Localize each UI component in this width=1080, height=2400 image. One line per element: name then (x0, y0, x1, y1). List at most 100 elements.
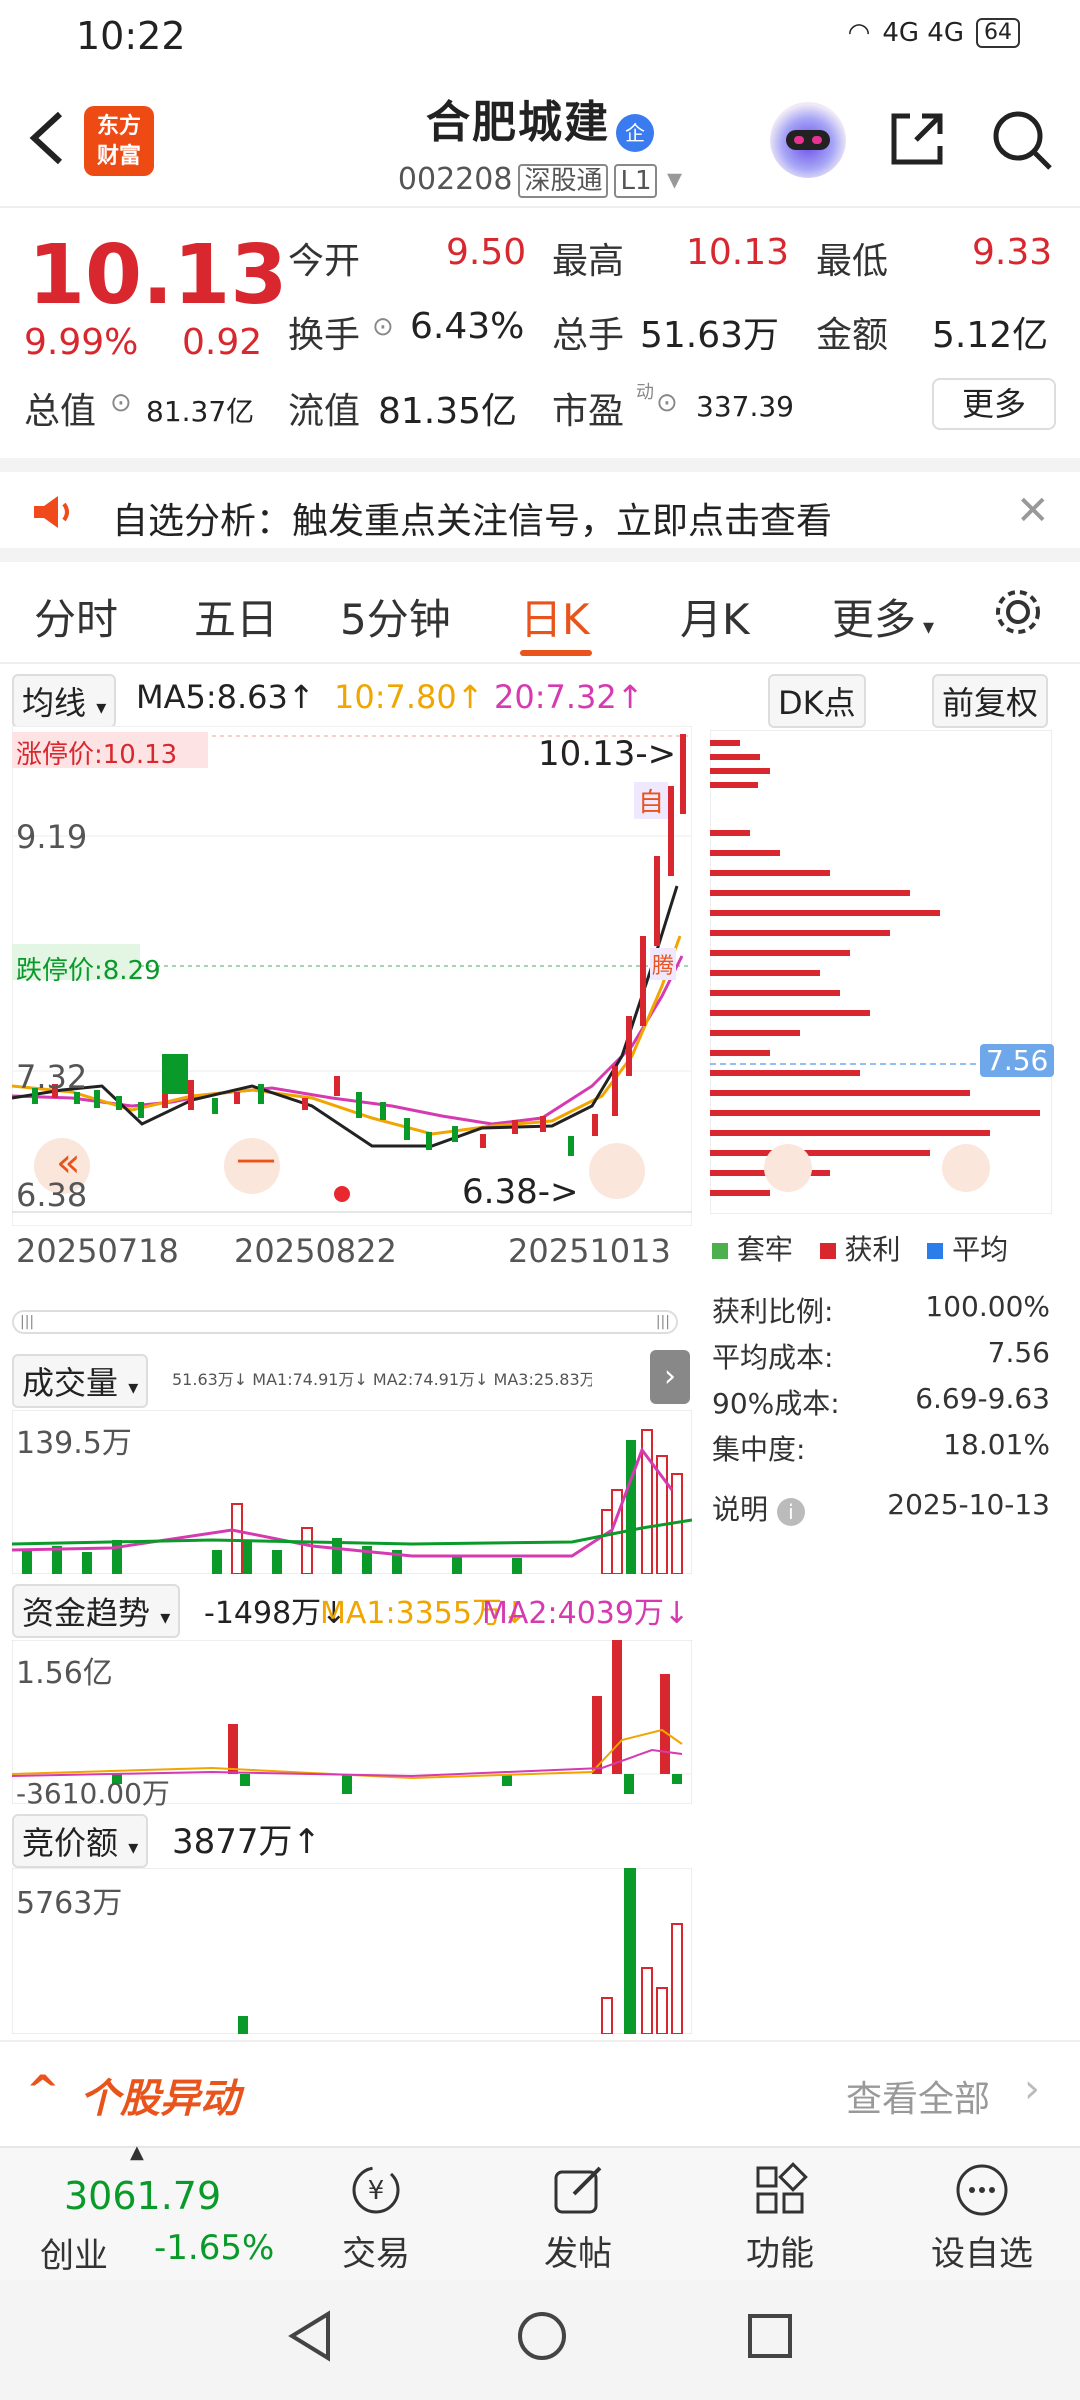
home-circle-icon[interactable] (514, 2308, 570, 2368)
legend-swatch-profit (819, 1243, 836, 1259)
high-value: 10.13 (686, 232, 790, 273)
apps-grid-icon (752, 2162, 808, 2218)
info-icon[interactable]: ⊙ (110, 388, 132, 418)
tab-fenshi[interactable]: 分时 (34, 586, 118, 647)
chevron-right-icon[interactable]: › (650, 1350, 690, 1404)
signal-tag[interactable]: 自 (634, 782, 669, 819)
volume-selector[interactable]: 成交量 ▾ (12, 1354, 149, 1408)
fund-trend-selector[interactable]: 资金趋势 ▾ (12, 1584, 181, 1638)
chevron-down-icon[interactable]: ▾ (667, 162, 682, 197)
view-all-link[interactable]: 查看全部 (846, 2070, 990, 2122)
edit-icon (550, 2162, 606, 2218)
chevron-up-icon: ^ (26, 2068, 60, 2114)
change-amount: 0.92 (182, 322, 263, 363)
search-icon[interactable] (990, 108, 1054, 176)
banner-text: 自选分析：触发重点关注信号，立即点击查看 (112, 501, 833, 542)
low-marker: 6.38-> (462, 1172, 579, 1212)
high-label: 最高 (552, 241, 625, 282)
fund-ymax: 1.56亿 (16, 1656, 113, 1691)
gear-icon[interactable] (990, 584, 1046, 650)
pe-superscript: 动 (636, 382, 654, 403)
analysis-banner[interactable]: 自选分析：触发重点关注信号，立即点击查看 ✕ (0, 458, 1080, 562)
chip-stat-value: 6.69-9.63 (915, 1382, 1050, 1415)
tab-daily-k[interactable]: 日K (520, 586, 590, 647)
auction-ymax: 5763万 (16, 1886, 123, 1921)
event-dot[interactable] (334, 1186, 350, 1202)
auction-selector[interactable]: 竞价额 ▾ (12, 1814, 149, 1868)
chip-note-label[interactable]: 说明 i (712, 1488, 805, 1528)
x-label-2: 20250822 (234, 1232, 397, 1270)
chip-date: 2025-10-13 (887, 1488, 1050, 1521)
more-button[interactable]: 更多 (932, 378, 1056, 430)
index-name: 创业 (40, 2236, 108, 2276)
ma-selector[interactable]: 均线 ▾ (12, 674, 117, 728)
nav-add-watchlist[interactable]: 设自选 (912, 2162, 1052, 2275)
caret-up-icon: ▲ (130, 2142, 144, 2163)
turnover-value: 6.43% (410, 306, 525, 347)
chip-legend: 套牢 获利 平均 (712, 1228, 1008, 1268)
limit-up-label: 涨停价:10.13 (16, 740, 178, 770)
limit-down-label: 跌停价:8.29 (16, 956, 161, 986)
tab-5day[interactable]: 五日 (194, 586, 278, 647)
fund-ymin: -3610.00万 (16, 1777, 170, 1810)
legend-swatch-average (927, 1243, 944, 1259)
chip-stat-label: 获利比例: (712, 1295, 834, 1328)
movement-section[interactable]: ^ 个股异动 查看全部 › (0, 2040, 1080, 2140)
ma10-label: 10:7.80↑ (334, 678, 484, 716)
svg-text:¥: ¥ (368, 2176, 385, 2206)
bottom-nav: ▲ 3061.79 创业 -1.65% ¥ 交易 发帖 功能 设自选 (0, 2142, 1080, 2280)
quote-panel: 10.13 9.99% 0.92 今开 9.50 最高 10.13 最低 9.3… (0, 206, 1080, 458)
active-tab-indicator (520, 650, 592, 656)
chip-distribution-chart[interactable] (710, 730, 1052, 1214)
avg-cost-tag: 7.56 (980, 1044, 1055, 1077)
change-percent: 9.99% (24, 322, 139, 363)
info-icon[interactable]: ⊙ (656, 388, 678, 418)
float-cap-label: 流值 (288, 391, 361, 432)
range-scrollbar[interactable]: ||| ||| (12, 1310, 678, 1334)
nav-post[interactable]: 发帖 (508, 2162, 648, 2275)
volume-stats: 51.63万↓ MA1:74.91万↓ MA2:74.91万↓ MA3:25.8… (172, 1370, 592, 1389)
stock-name: 合肥城建 (426, 97, 610, 148)
nav-trade[interactable]: ¥ 交易 (306, 2162, 446, 2275)
status-time: 10:22 (76, 14, 186, 58)
back-triangle-icon[interactable] (282, 2308, 338, 2368)
close-icon[interactable]: ✕ (1016, 488, 1050, 534)
open-label: 今开 (288, 241, 361, 282)
nav-functions[interactable]: 功能 (710, 2162, 850, 2275)
recents-square-icon[interactable] (742, 2308, 798, 2368)
market-cap-value: 81.37亿 (146, 395, 255, 428)
chip-stat-value: 7.56 (987, 1336, 1050, 1369)
hk-connect-tag: 深股通 (518, 163, 609, 198)
tab-more[interactable]: 更多 ▾ (832, 586, 934, 647)
double-chevron-left-icon: « (56, 1140, 81, 1186)
index-value[interactable]: 3061.79 (64, 2174, 221, 2218)
movement-title: 个股异动 (80, 2076, 240, 2122)
last-price: 10.13 (28, 228, 288, 323)
volume-ymax: 139.5万 (16, 1426, 132, 1461)
battery-icon: 64 (976, 18, 1020, 48)
amount-label: 金额 (816, 315, 889, 356)
amount-value: 5.12亿 (932, 315, 1049, 356)
tab-monthly-k[interactable]: 月K (680, 586, 750, 647)
robot-avatar-icon[interactable] (770, 102, 846, 178)
status-bar: 10:22 ◠ 4G 4G 64 (0, 0, 1080, 72)
auction-value: 3877万↑ (172, 1822, 322, 1862)
y-label-1: 9.19 (16, 818, 88, 856)
ma5-label: MA5:8.63↑ (136, 678, 315, 716)
dk-point-button[interactable]: DK点 (768, 674, 866, 728)
limit-tag[interactable]: 腾 (650, 948, 677, 980)
y-label-3: 7.32 (16, 1058, 88, 1096)
level-tag: L1 (614, 163, 658, 198)
chip-stat-label: 90%成本: (712, 1387, 840, 1420)
status-icons: ◠ 4G 4G 64 (848, 18, 1020, 48)
tab-5min[interactable]: 5分钟 (340, 586, 451, 647)
adjust-button[interactable]: 前复权 (932, 674, 1049, 728)
low-value: 9.33 (972, 232, 1053, 273)
x-label-3: 20251013 (508, 1232, 671, 1270)
system-nav-bar (0, 2280, 1080, 2400)
chip-stat-label: 集中度: (712, 1433, 806, 1466)
share-icon[interactable] (886, 108, 948, 174)
zoom-reset-button[interactable] (589, 1143, 645, 1199)
stock-header: 东方 财富 合肥城建企 002208 深股通 L1 ▾ (0, 78, 1080, 206)
info-icon[interactable]: ⊙ (372, 312, 394, 342)
